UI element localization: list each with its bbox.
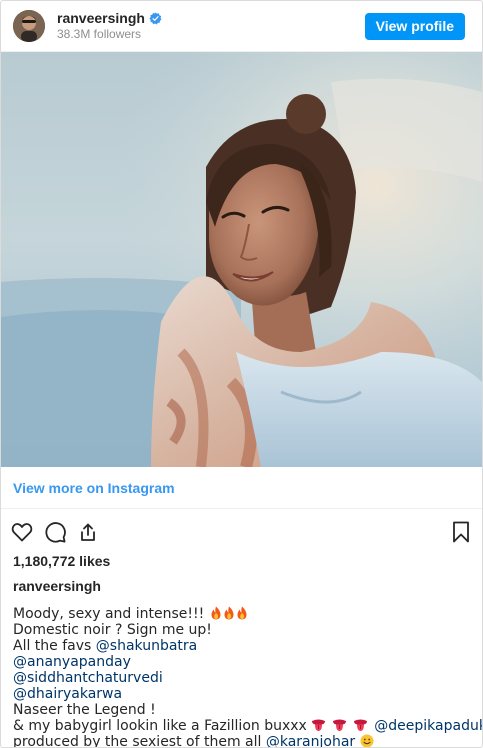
- view-more-row: View more on Instagram: [1, 467, 482, 509]
- instagram-embed: ranveersingh 38.3M followers View profil…: [0, 0, 483, 748]
- caption-line: produced by the sexiest of them all @kar…: [13, 734, 470, 748]
- username-row: ranveersingh: [57, 10, 365, 26]
- caption-text: produced by the sexiest of them all: [13, 734, 266, 748]
- caption-line: @siddhantchaturvedi: [13, 670, 470, 686]
- action-bar: [1, 512, 482, 552]
- smile-emoji-icon: [360, 734, 374, 747]
- caption-text: All the favs: [13, 638, 96, 654]
- tongue-emoji-icon: [353, 718, 368, 732]
- fire-emoji-icon: [236, 606, 248, 620]
- caption-line: @ananyapanday: [13, 654, 470, 670]
- share-icon[interactable]: [76, 520, 100, 544]
- mention-link[interactable]: @dhairyakarwa: [13, 686, 122, 702]
- fire-emoji-icon: [223, 606, 235, 620]
- username[interactable]: ranveersingh: [57, 10, 145, 26]
- bookmark-icon[interactable]: [449, 520, 473, 544]
- caption-line: Naseer the Legend !: [13, 702, 156, 718]
- caption-text: & my babygirl lookin like a Fazillion bu…: [13, 718, 307, 734]
- comment-icon[interactable]: [43, 520, 67, 544]
- caption-text: Moody, sexy and intense!!!: [13, 606, 205, 622]
- caption-line: & my babygirl lookin like a Fazillion bu…: [13, 718, 482, 734]
- caption-username[interactable]: ranveersingh: [1, 574, 482, 604]
- caption-line: All the favs @shakunbatra: [13, 638, 470, 654]
- tongue-emoji-icon: [311, 718, 326, 732]
- user-info: ranveersingh 38.3M followers: [57, 10, 365, 42]
- tongue-emoji-icon: [332, 718, 347, 732]
- view-profile-button[interactable]: View profile: [364, 12, 465, 40]
- mention-link[interactable]: @deepikapadukone: [374, 718, 482, 734]
- fire-emoji-icon: [210, 606, 222, 620]
- verified-badge-icon: [149, 11, 162, 25]
- view-more-link[interactable]: View more on Instagram: [13, 480, 175, 496]
- post-header: ranveersingh 38.3M followers View profil…: [1, 1, 482, 52]
- caption: Moody, sexy and intense!!! Domestic noir…: [1, 604, 482, 748]
- mention-link[interactable]: @siddhantchaturvedi: [13, 670, 163, 686]
- caption-line: @dhairyakarwa: [13, 686, 470, 702]
- mention-link[interactable]: @ananyapanday: [13, 654, 131, 670]
- follower-count: 38.3M followers: [57, 27, 142, 42]
- caption-line: Moody, sexy and intense!!!: [13, 606, 470, 622]
- heart-icon[interactable]: [10, 520, 34, 544]
- mention-link[interactable]: @shakunbatra: [96, 638, 197, 654]
- post-photo[interactable]: [1, 52, 482, 467]
- mention-link[interactable]: @karanjohar: [266, 734, 355, 747]
- caption-line: Domestic noir ? Sign me up!: [13, 622, 212, 638]
- likes-count[interactable]: 1,180,772 likes: [1, 552, 482, 574]
- avatar[interactable]: [13, 10, 45, 42]
